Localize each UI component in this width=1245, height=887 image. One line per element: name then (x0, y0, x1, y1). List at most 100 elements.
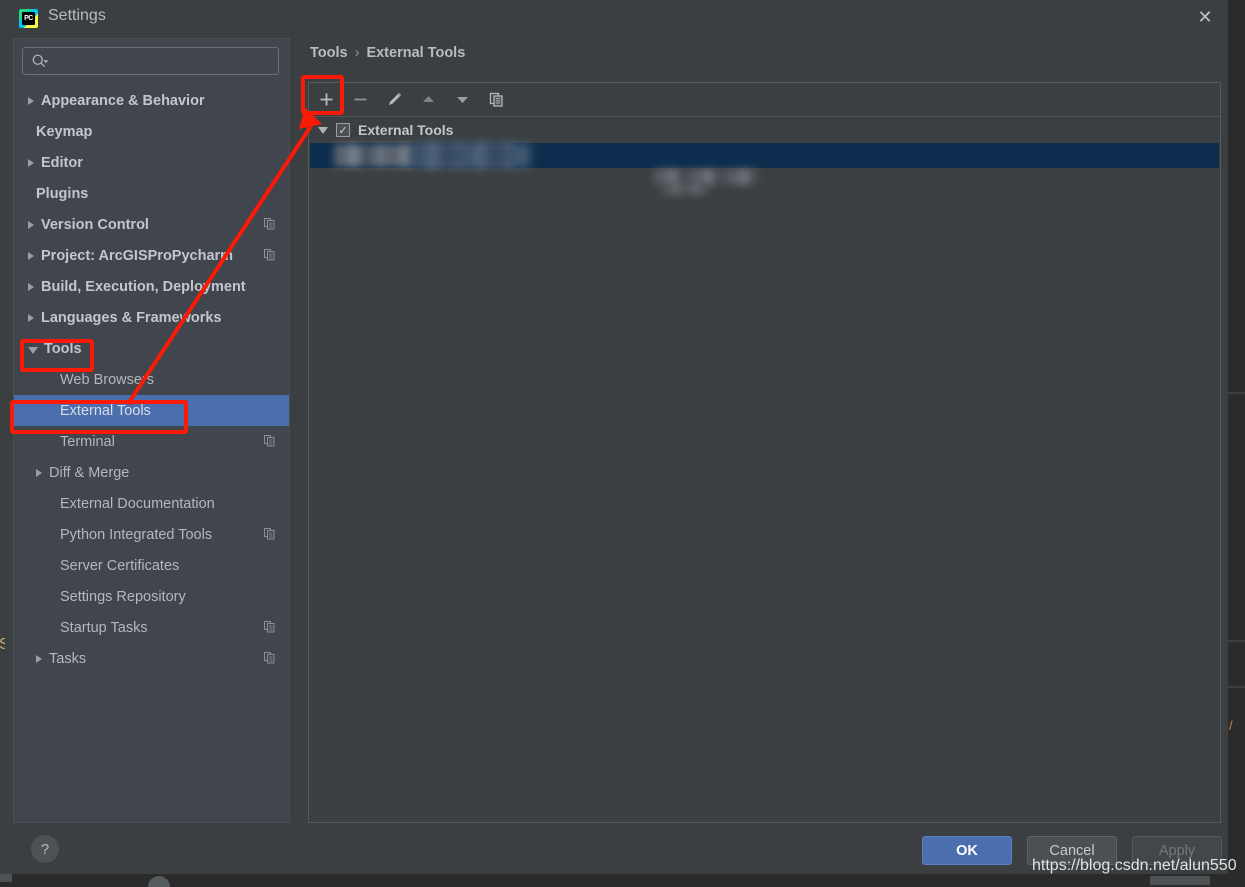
external-tools-group-row[interactable]: ✓ External Tools (309, 117, 1220, 143)
chevron-down-icon[interactable] (318, 126, 328, 134)
backdrop-right-divider-3 (1228, 686, 1245, 688)
backdrop-pill-shape (1150, 876, 1210, 885)
search-input[interactable] (55, 48, 279, 76)
copy-badge-icon (264, 621, 275, 633)
sidebar-item-python-integrated-tools[interactable]: Python Integrated Tools (14, 519, 289, 550)
backdrop-right-divider-1 (1228, 392, 1245, 394)
copy-badge-icon (264, 218, 275, 230)
help-button[interactable]: ? (31, 835, 59, 863)
breadcrumb-parent[interactable]: Tools (310, 45, 348, 61)
sidebar-item-label: Version Control (41, 216, 149, 233)
sidebar-item-startup-tasks[interactable]: Startup Tasks (14, 612, 289, 643)
sidebar-item-label: Terminal (60, 433, 115, 450)
sidebar-item-label: Diff & Merge (49, 464, 130, 481)
sidebar-item-label: Project: ArcGISProPycharm (41, 247, 234, 264)
settings-sidebar: Appearance & Behavior Keymap Editor Plugins… (13, 38, 290, 823)
chevron-right-icon[interactable] (36, 468, 42, 477)
sidebar-item-label: Startup Tasks (60, 619, 148, 636)
pencil-icon (388, 92, 401, 105)
arrow-down-icon (456, 97, 468, 103)
ok-button[interactable]: OK (922, 836, 1012, 865)
add-button[interactable] (309, 84, 343, 116)
sidebar-item-server-certificates[interactable]: Server Certificates (14, 550, 289, 581)
sidebar-item-label: External Tools (60, 402, 151, 419)
copy-button[interactable] (479, 84, 513, 116)
sidebar-item-plugins[interactable]: Plugins (14, 178, 289, 209)
plus-icon (320, 93, 332, 106)
arrow-up-icon (422, 96, 434, 102)
sidebar-item-appearance-behavior[interactable]: Appearance & Behavior (14, 85, 289, 116)
sidebar-item-editor[interactable]: Editor (14, 147, 289, 178)
backdrop-bottom-left-bar (0, 874, 12, 882)
close-icon[interactable]: ✕ (1182, 0, 1228, 34)
sidebar-item-label: Keymap (36, 123, 93, 140)
table-row[interactable] (310, 143, 1219, 168)
chevron-right-icon[interactable] (28, 220, 34, 229)
sidebar-item-label: Plugins (36, 185, 89, 202)
settings-dialog: PC Settings ✕ Appearance & Behavior Keyma… (5, 0, 1228, 874)
sidebar-item-label: Web Browsers (60, 371, 155, 388)
breadcrumb-current: External Tools (366, 45, 466, 61)
pycharm-icon: PC (19, 9, 38, 28)
sidebar-item-tasks[interactable]: Tasks (14, 643, 289, 674)
blurred-subrow-content-2 (661, 183, 709, 195)
copy-icon (489, 92, 503, 107)
dialog-title: Settings (48, 7, 106, 24)
sidebar-item-label: Tasks (49, 650, 87, 667)
edit-button[interactable] (377, 84, 411, 116)
backdrop-right-divider-2 (1228, 640, 1245, 642)
sidebar-item-project-arcgispropycharm[interactable]: Project: ArcGISProPycharm (14, 240, 289, 271)
sidebar-item-settings-repository[interactable]: Settings Repository (14, 581, 289, 612)
sidebar-item-label: Editor (41, 154, 83, 171)
sidebar-item-label: External Documentation (60, 495, 215, 512)
move-down-button[interactable] (445, 84, 479, 116)
dialog-titlebar: PC Settings ✕ (5, 0, 1228, 36)
remove-button[interactable] (343, 84, 377, 116)
chevron-right-icon[interactable] (28, 158, 34, 167)
breadcrumb-separator: › (354, 45, 360, 61)
sidebar-item-label: Tools (44, 340, 82, 357)
watermark-text: https://blog.csdn.net/alun550 (1032, 857, 1237, 874)
sidebar-item-tools[interactable]: Tools (14, 333, 289, 364)
pycharm-icon-label: PC (22, 12, 35, 25)
breadcrumb: Tools › External Tools (310, 45, 465, 61)
sidebar-item-diff-merge[interactable]: Diff & Merge (14, 457, 289, 488)
chevron-right-icon[interactable] (28, 313, 34, 322)
sidebar-item-languages-frameworks[interactable]: Languages & Frameworks (14, 302, 289, 333)
chevron-right-icon[interactable] (28, 251, 34, 260)
sidebar-item-version-control[interactable]: Version Control (14, 209, 289, 240)
sidebar-item-external-documentation[interactable]: External Documentation (14, 488, 289, 519)
chevron-right-icon[interactable] (36, 654, 42, 663)
external-tools-panel: ✓ External Tools (308, 82, 1221, 823)
sidebar-item-external-tools[interactable]: External Tools (14, 395, 289, 426)
sidebar-item-web-browsers[interactable]: Web Browsers (14, 364, 289, 395)
chevron-right-icon[interactable] (28, 282, 34, 291)
sidebar-tree: Appearance & Behavior Keymap Editor Plugins… (14, 85, 289, 674)
backdrop-slash-glyph: / (1229, 718, 1233, 733)
sidebar-item-terminal[interactable]: Terminal (14, 426, 289, 457)
chevron-right-icon[interactable] (28, 96, 34, 105)
sidebar-item-label: Python Integrated Tools (60, 526, 213, 543)
sidebar-item-keymap[interactable]: Keymap (14, 116, 289, 147)
group-checkbox[interactable]: ✓ (336, 123, 350, 137)
sidebar-item-label: Languages & Frameworks (41, 309, 222, 326)
sidebar-item-build-execution-deployment[interactable]: Build, Execution, Deployment (14, 271, 289, 302)
chevron-down-icon[interactable] (28, 347, 38, 354)
external-tools-toolbar (309, 83, 1220, 117)
search-box[interactable] (22, 47, 279, 76)
copy-badge-icon (264, 249, 275, 261)
sidebar-item-label: Build, Execution, Deployment (41, 278, 246, 295)
group-label: External Tools (358, 122, 454, 138)
copy-badge-icon (264, 652, 275, 664)
copy-badge-icon (264, 435, 275, 447)
minus-icon (354, 98, 366, 101)
sidebar-item-label: Settings Repository (60, 588, 186, 605)
copy-badge-icon (264, 528, 275, 540)
blurred-row-overlay (410, 143, 530, 168)
search-icon (32, 54, 49, 67)
sidebar-item-label: Server Certificates (60, 557, 180, 574)
screenshot-root: S / PC Settings ✕ Appear (0, 0, 1245, 887)
move-up-button[interactable] (411, 84, 445, 116)
backdrop-right-panel (1228, 0, 1245, 887)
sidebar-item-label: Appearance & Behavior (41, 92, 205, 109)
